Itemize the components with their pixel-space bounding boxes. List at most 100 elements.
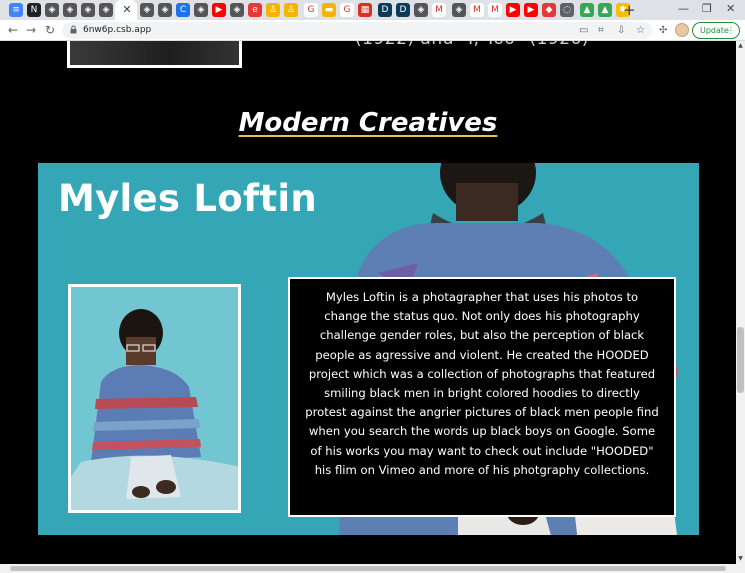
tab-favicon-glyph: ◈ bbox=[455, 5, 463, 15]
drive-icon[interactable]: ▲ bbox=[598, 3, 612, 17]
bookmark-star-icon[interactable]: ☆ bbox=[636, 23, 645, 38]
tab-favicon-glyph: G bbox=[343, 5, 351, 15]
gmail-icon[interactable]: M bbox=[432, 3, 446, 17]
codesandbox-icon[interactable]: ◈ bbox=[45, 3, 59, 17]
update-label: Update bbox=[700, 26, 729, 35]
tab-favicon-glyph: ▦ bbox=[360, 5, 370, 15]
slides-icon[interactable]: ▬ bbox=[322, 3, 336, 17]
notion-icon[interactable]: N bbox=[27, 3, 41, 17]
horizontal-scroll-thumb[interactable] bbox=[10, 566, 726, 571]
figure-icon[interactable]: ♙ bbox=[284, 3, 298, 17]
tab-favicon-glyph: M bbox=[435, 5, 443, 15]
new-tab-button[interactable]: + bbox=[623, 1, 636, 19]
tab-favicon-glyph: ◈ bbox=[102, 5, 110, 15]
tab-favicon-glyph: ▶ bbox=[527, 5, 535, 15]
codesandbox-icon[interactable]: ◈ bbox=[230, 3, 244, 17]
calendar-icon[interactable]: ▦ bbox=[358, 3, 372, 17]
screenshot-icon[interactable]: ⌗ bbox=[598, 23, 604, 38]
page-viewport: (1922) and "I, Too" (1926) Modern Creati… bbox=[0, 41, 736, 564]
creative-bio-text: Myles Loftin is a photagrapher that uses… bbox=[305, 290, 659, 477]
tab-favicon-glyph: ◈ bbox=[66, 5, 74, 15]
address-bar[interactable]: 6nw6p.csb.app ▭ ⌗ ⇩ ☆ bbox=[62, 22, 652, 39]
creative-bio-box: Myles Loftin is a photagrapher that uses… bbox=[288, 277, 676, 517]
tab-strip: ≡ N ◈ ◈ ◈ ◈ ◈ ◈ C ◈ ▶ ◈ e ♙ ♙ G ▬ G ▦ D D ◈ M ◈ M M ▶ ▶ ◆ ◌ ▲ ▲ ✱ ✕ + — … bbox=[0, 0, 745, 20]
codesandbox-icon[interactable]: ◈ bbox=[452, 3, 466, 17]
tab-favicon-glyph: ◈ bbox=[161, 5, 169, 15]
close-window-icon[interactable]: ✕ bbox=[726, 2, 735, 15]
tab-favicon-glyph: ≡ bbox=[12, 5, 20, 15]
gmail-icon[interactable]: M bbox=[470, 3, 484, 17]
figure-icon[interactable]: ♙ bbox=[266, 3, 280, 17]
tab-favicon-glyph: N bbox=[30, 5, 38, 15]
gmail-icon[interactable]: M bbox=[488, 3, 502, 17]
tab-favicon-glyph: M bbox=[473, 5, 481, 15]
profile-avatar[interactable] bbox=[675, 23, 689, 37]
tab-favicon-glyph: ◆ bbox=[545, 5, 553, 15]
scroll-up-icon[interactable]: ▲ bbox=[737, 42, 744, 49]
back-icon[interactable]: ← bbox=[8, 22, 18, 38]
scroll-down-icon[interactable]: ▼ bbox=[737, 555, 744, 562]
minimize-icon[interactable]: — bbox=[678, 2, 689, 15]
tab-favicon-glyph: ◈ bbox=[417, 5, 425, 15]
tab-favicon-glyph: D bbox=[381, 5, 389, 15]
tab-favicon-glyph: C bbox=[179, 5, 187, 15]
chrome-blue-icon[interactable]: C bbox=[176, 3, 190, 17]
red-circle-icon[interactable]: e bbox=[248, 3, 262, 17]
codesandbox-icon[interactable]: ◈ bbox=[140, 3, 154, 17]
tab-favicon-glyph: D bbox=[399, 5, 407, 15]
install-icon[interactable]: ⇩ bbox=[617, 23, 625, 38]
reload-icon[interactable]: ↻ bbox=[45, 22, 55, 38]
cast-icon[interactable]: ▭ bbox=[579, 23, 588, 38]
browser-toolbar: ← → ↻ 6nw6p.csb.app ▭ ⌗ ⇩ ☆ ✣ bbox=[0, 20, 745, 41]
close-tab-icon[interactable]: ✕ bbox=[121, 3, 133, 17]
grey-circle-icon[interactable]: ◌ bbox=[560, 3, 574, 17]
codesandbox-icon[interactable]: ◈ bbox=[99, 3, 113, 17]
tab-favicon-glyph: G bbox=[307, 5, 315, 15]
codesandbox-icon[interactable]: ◈ bbox=[194, 3, 208, 17]
docs-icon[interactable]: ≡ bbox=[9, 3, 23, 17]
tab-favicon-glyph: ▲ bbox=[601, 5, 609, 15]
youtube-icon[interactable]: ▶ bbox=[524, 3, 538, 17]
creative-portrait bbox=[68, 284, 241, 513]
extensions-icon[interactable]: ✣ bbox=[659, 23, 667, 38]
google-icon[interactable]: G bbox=[340, 3, 354, 17]
horizontal-scrollbar[interactable] bbox=[0, 564, 745, 573]
youtube-icon[interactable]: ▶ bbox=[506, 3, 520, 17]
lock-icon bbox=[70, 25, 77, 34]
vertical-scroll-thumb[interactable] bbox=[737, 327, 744, 393]
tab-favicon-glyph: ▲ bbox=[583, 5, 591, 15]
update-button[interactable]: Update ⋮ bbox=[692, 22, 740, 39]
tab-favicon-glyph: ◈ bbox=[197, 5, 205, 15]
url-text: 6nw6p.csb.app bbox=[83, 25, 152, 35]
tab-favicon-glyph: ♙ bbox=[268, 5, 278, 15]
portrait-photo bbox=[71, 287, 238, 510]
tab-favicon-glyph: ◈ bbox=[233, 5, 241, 15]
creative-name: Myles Loftin bbox=[58, 177, 318, 220]
tab-favicon-glyph: ◈ bbox=[48, 5, 56, 15]
google-icon[interactable]: G bbox=[304, 3, 318, 17]
tab-favicon-glyph: ▬ bbox=[324, 5, 334, 15]
previous-section-photo bbox=[67, 41, 242, 68]
tab-favicon-glyph: ♙ bbox=[286, 5, 296, 15]
tab-favicon-glyph: M bbox=[491, 5, 499, 15]
dark-circle-icon[interactable]: D bbox=[378, 3, 392, 17]
codesandbox-icon[interactable]: ◈ bbox=[63, 3, 77, 17]
forward-icon[interactable]: → bbox=[26, 22, 36, 38]
codesandbox-icon[interactable]: ◈ bbox=[414, 3, 428, 17]
section-title: Modern Creatives bbox=[238, 108, 498, 138]
restore-icon[interactable]: ❐ bbox=[702, 2, 712, 15]
tab-favicon-glyph: ▶ bbox=[509, 5, 517, 15]
youtube-icon[interactable]: ▶ bbox=[212, 3, 226, 17]
vertical-scrollbar[interactable]: ▲ ▼ bbox=[736, 41, 745, 564]
tab-favicon-glyph: ◌ bbox=[563, 5, 571, 15]
codesandbox-icon[interactable]: ◈ bbox=[158, 3, 172, 17]
menu-dots-icon[interactable]: ⋮ bbox=[727, 23, 735, 38]
tab-favicon-glyph: ◈ bbox=[143, 5, 151, 15]
codesandbox-icon[interactable]: ◈ bbox=[81, 3, 95, 17]
dark-circle-icon[interactable]: D bbox=[396, 3, 410, 17]
drive-icon[interactable]: ▲ bbox=[580, 3, 594, 17]
previous-section-caption: (1922) and "I, Too" (1926) bbox=[355, 41, 589, 49]
creative-hero-card: Myles Loftin Myles Loftin is a photagrap… bbox=[38, 163, 699, 535]
tab-favicon-glyph: ◈ bbox=[84, 5, 92, 15]
red-app-icon[interactable]: ◆ bbox=[542, 3, 556, 17]
